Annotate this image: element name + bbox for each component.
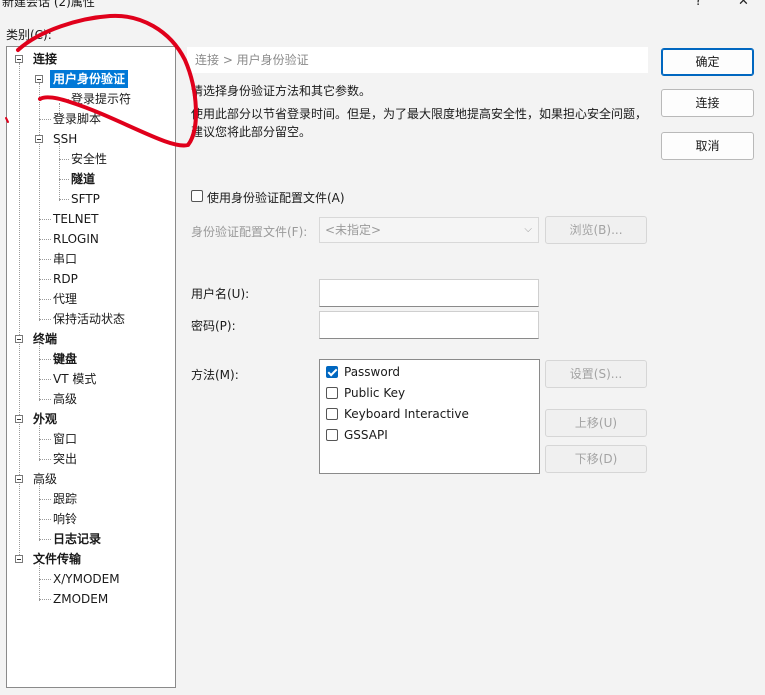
tree-item-login-prompt[interactable]: 登录提示符 bbox=[71, 90, 131, 108]
tree-item-highlight[interactable]: 突出 bbox=[53, 450, 77, 468]
tree-line bbox=[39, 499, 51, 500]
tree-line bbox=[39, 379, 51, 380]
tree-line bbox=[39, 579, 51, 580]
tree-line bbox=[59, 199, 69, 200]
tree-item-tunnel[interactable]: 隧道 bbox=[71, 170, 95, 188]
tree-item-connection[interactable]: 连接 bbox=[33, 50, 57, 68]
username-input[interactable] bbox=[319, 279, 539, 307]
tree-item-keepalive[interactable]: 保持活动状态 bbox=[53, 310, 125, 328]
tree-item-user-auth[interactable]: 用户身份验证 bbox=[50, 70, 129, 88]
tree-line bbox=[39, 259, 51, 260]
connect-button[interactable]: 连接 bbox=[661, 89, 754, 117]
method-label-gssapi: GSSAPI bbox=[344, 428, 388, 442]
tree-line bbox=[39, 399, 51, 400]
description-line-2: 使用此部分以节省登录时间。但是，为了最大限度地提高安全性，如果担心安全问题， bbox=[191, 107, 648, 121]
tree-item-security[interactable]: 安全性 bbox=[71, 150, 107, 168]
tree-item-terminal-advanced[interactable]: 高级 bbox=[53, 390, 77, 408]
auth-profile-select[interactable]: <未指定> ⌵ bbox=[319, 217, 539, 243]
tree-line bbox=[59, 143, 60, 201]
breadcrumb: 连接 > 用户身份验证 bbox=[187, 47, 648, 73]
tree-item-login-script[interactable]: 登录脚本 bbox=[53, 110, 101, 128]
ok-button[interactable]: 确定 bbox=[661, 48, 754, 76]
move-down-button[interactable]: 下移(D) bbox=[545, 445, 647, 473]
category-label: 类别(C): bbox=[6, 28, 52, 42]
tree-item-trace[interactable]: 跟踪 bbox=[53, 490, 77, 508]
tree-line bbox=[39, 119, 51, 120]
tree-item-appearance[interactable]: 外观 bbox=[33, 410, 57, 428]
collapse-icon[interactable] bbox=[15, 55, 23, 63]
password-method-checkbox[interactable] bbox=[326, 366, 338, 378]
public-key-method-checkbox[interactable] bbox=[326, 387, 338, 399]
tree-line bbox=[39, 439, 51, 440]
tree-line bbox=[39, 319, 51, 320]
tree-line bbox=[39, 423, 40, 461]
tree-line bbox=[39, 599, 51, 600]
tree-item-rlogin[interactable]: RLOGIN bbox=[53, 230, 99, 248]
tree-line bbox=[39, 239, 51, 240]
tree-item-terminal[interactable]: 终端 bbox=[33, 330, 57, 348]
tree-item-bell[interactable]: 响铃 bbox=[53, 510, 77, 528]
setup-button[interactable]: 设置(S)... bbox=[545, 360, 647, 388]
auth-profile-selected: <未指定> bbox=[325, 223, 382, 237]
keyboard-interactive-method-checkbox[interactable] bbox=[326, 408, 338, 420]
tree-line bbox=[39, 563, 40, 601]
tree-item-window[interactable]: 窗口 bbox=[53, 430, 77, 448]
tree-item-file-transfer[interactable]: 文件传输 bbox=[33, 550, 81, 568]
window-title: 新建会话 (2)属性 bbox=[2, 0, 95, 9]
tree-line bbox=[39, 219, 51, 220]
method-list[interactable]: Password Public Key Keyboard Interactive… bbox=[319, 359, 540, 474]
method-label-keyboard-interactive: Keyboard Interactive bbox=[344, 407, 469, 421]
close-button[interactable]: ✕ bbox=[738, 0, 749, 9]
tree-item-serial[interactable]: 串口 bbox=[53, 250, 77, 268]
tree-line bbox=[39, 459, 51, 460]
tree-line bbox=[39, 299, 51, 300]
tree-item-vt-mode[interactable]: VT 模式 bbox=[53, 370, 96, 388]
password-label: 密码(P): bbox=[191, 319, 236, 333]
tree-item-xymodem[interactable]: X/YMODEM bbox=[53, 570, 120, 588]
tree-line bbox=[39, 519, 51, 520]
collapse-icon[interactable] bbox=[15, 475, 23, 483]
tree-item-sftp[interactable]: SFTP bbox=[71, 190, 100, 208]
tree-line bbox=[59, 179, 69, 180]
auth-profile-checkbox-label: 使用身份验证配置文件(A) bbox=[207, 191, 345, 205]
tree-item-telnet[interactable]: TELNET bbox=[53, 210, 99, 228]
tree-line bbox=[39, 359, 51, 360]
tree-item-rdp[interactable]: RDP bbox=[53, 270, 78, 288]
title-bar: 新建会话 (2)属性 ? ✕ bbox=[0, 0, 765, 12]
tree-line bbox=[39, 279, 51, 280]
collapse-icon[interactable] bbox=[15, 555, 23, 563]
tree-item-proxy[interactable]: 代理 bbox=[53, 290, 77, 308]
tree-line bbox=[39, 483, 40, 541]
tree-item-advanced[interactable]: 高级 bbox=[33, 470, 57, 488]
collapse-icon[interactable] bbox=[35, 135, 43, 143]
tree-line bbox=[39, 539, 51, 540]
auth-profile-checkbox[interactable] bbox=[191, 190, 203, 202]
description-line-3: 建议您将此部分留空。 bbox=[191, 125, 312, 139]
collapse-icon[interactable] bbox=[15, 415, 23, 423]
move-up-button[interactable]: 上移(U) bbox=[545, 409, 647, 437]
tree-item-keyboard[interactable]: 键盘 bbox=[53, 350, 77, 368]
browse-button[interactable]: 浏览(B)... bbox=[545, 216, 647, 244]
tree-item-logging[interactable]: 日志记录 bbox=[53, 530, 101, 548]
username-label: 用户名(U): bbox=[191, 287, 250, 301]
collapse-icon[interactable] bbox=[35, 75, 43, 83]
password-input[interactable] bbox=[319, 311, 539, 339]
cancel-button[interactable]: 取消 bbox=[661, 132, 754, 160]
help-button[interactable]: ? bbox=[695, 0, 702, 9]
tree-line bbox=[39, 343, 40, 401]
tree-line bbox=[59, 99, 69, 100]
gssapi-method-checkbox[interactable] bbox=[326, 429, 338, 441]
category-tree[interactable]: 连接 用户身份验证 登录提示符 登录脚本 SSH 安全性 隧道 SFTP TEL… bbox=[6, 46, 176, 688]
method-label-public-key: Public Key bbox=[344, 386, 406, 400]
auth-profile-label: 身份验证配置文件(F): bbox=[191, 225, 308, 239]
collapse-icon[interactable] bbox=[15, 335, 23, 343]
tree-line bbox=[19, 63, 20, 559]
method-label-password: Password bbox=[344, 365, 401, 379]
chevron-down-icon: ⌵ bbox=[524, 224, 532, 235]
description-line-1: 请选择身份验证方法和其它参数。 bbox=[191, 84, 372, 98]
tree-line bbox=[59, 159, 69, 160]
method-label: 方法(M): bbox=[191, 368, 239, 382]
tree-item-ssh[interactable]: SSH bbox=[53, 130, 77, 148]
tree-item-zmodem[interactable]: ZMODEM bbox=[53, 590, 108, 608]
